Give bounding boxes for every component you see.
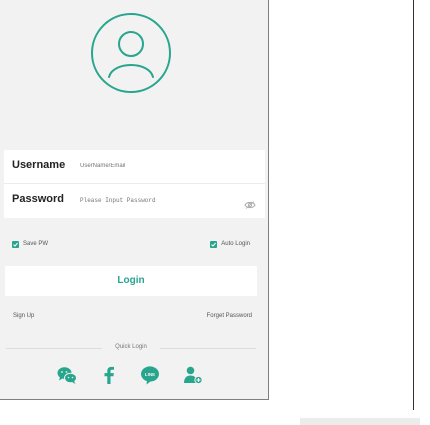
divider-left <box>6 348 102 349</box>
svg-text:LINE: LINE <box>145 372 155 377</box>
auto-login-option[interactable]: Auto Login <box>210 237 250 251</box>
save-pw-option[interactable]: Save PW <box>12 237 48 251</box>
password-label: Password <box>12 193 64 205</box>
auto-login-checkbox[interactable] <box>210 240 218 248</box>
save-pw-label: Save PW <box>23 241 49 247</box>
login-form: Username Password <box>4 150 265 218</box>
password-input[interactable] <box>80 194 230 206</box>
password-row: Password <box>4 184 265 218</box>
username-row: Username <box>4 150 265 184</box>
save-pw-checkbox[interactable] <box>12 240 19 248</box>
line-icon[interactable]: LINE <box>139 364 161 386</box>
username-input[interactable] <box>80 160 230 172</box>
eye-icon[interactable] <box>244 196 256 209</box>
contact-icon[interactable] <box>182 364 204 386</box>
username-label: Username <box>12 159 66 171</box>
login-screen: Username Password Save PW Auto Login L <box>0 0 269 400</box>
background-block <box>300 418 420 425</box>
user-avatar-icon <box>91 13 171 93</box>
facebook-icon[interactable] <box>98 364 120 386</box>
divider-right <box>160 348 256 349</box>
auto-login-label: Auto Login <box>221 241 250 247</box>
frame-edge-line <box>413 0 414 410</box>
wechat-icon[interactable] <box>56 364 78 386</box>
quick-login-label: Quick Login <box>115 344 147 350</box>
sign-up-link[interactable]: Sign Up <box>13 313 34 319</box>
login-button[interactable]: Login <box>5 266 257 296</box>
forget-password-link[interactable]: Forget Password <box>207 313 252 319</box>
